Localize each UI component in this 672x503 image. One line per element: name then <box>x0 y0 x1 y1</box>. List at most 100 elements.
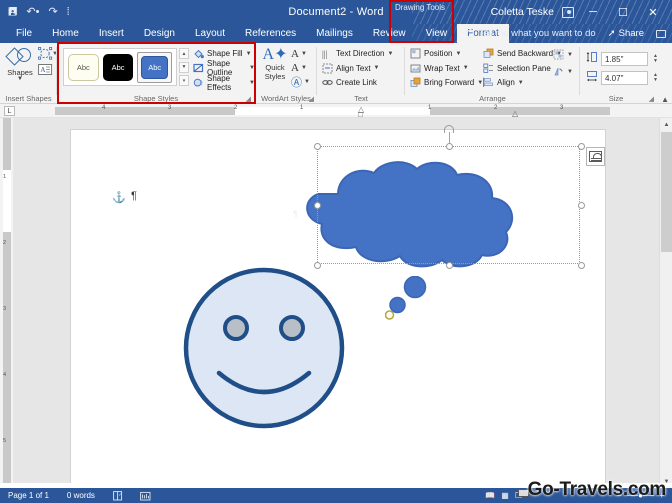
gallery-scroll-up-icon[interactable]: ▲ <box>179 48 189 59</box>
rotate-objects-button[interactable]: ▼ <box>553 65 573 78</box>
bring-forward-button[interactable]: Bring Forward ▼ <box>410 76 483 89</box>
shape-fill-dropdown-arrow[interactable]: ▼ <box>246 51 252 57</box>
send-backward-button[interactable]: Send Backward ▼ <box>483 47 562 60</box>
tab-insert[interactable]: Insert <box>89 24 134 43</box>
resize-handle-top-right[interactable] <box>578 143 585 150</box>
text-fill-button[interactable]: A ▼ <box>291 47 310 61</box>
smiley-face-shape[interactable] <box>181 265 347 431</box>
view-mode-buttons[interactable]: 📖 ▦ ☐ <box>485 491 522 500</box>
tab-stop-selector[interactable]: L <box>4 106 15 116</box>
arrange-column-3: ▼ ▼ <box>553 48 573 80</box>
text-effects-dropdown-arrow[interactable]: ▼ <box>304 79 310 85</box>
account-icon[interactable] <box>562 6 574 18</box>
align-text-dropdown-arrow[interactable]: ▼ <box>374 65 380 71</box>
shape-effects-button[interactable]: Shape Effects ▼ <box>193 74 255 92</box>
text-direction-button[interactable]: ||| Text Direction ▼ <box>322 47 393 60</box>
print-layout-icon[interactable]: ▦ <box>501 491 509 500</box>
tab-file[interactable]: File <box>6 24 43 43</box>
user-account[interactable]: Coletta Teske <box>491 0 574 24</box>
tab-layout[interactable]: Layout <box>185 24 235 43</box>
tell-me-box[interactable]: Tell me what you want to do <box>467 28 596 39</box>
collapse-ribbon-icon[interactable]: ▲ <box>661 95 669 104</box>
selection-pane-label: Selection Pane <box>497 63 551 73</box>
text-outline-dropdown-arrow[interactable]: ▼ <box>301 65 307 71</box>
position-dropdown-arrow[interactable]: ▼ <box>455 51 461 57</box>
quick-styles-button[interactable]: A✦ Quick Styles <box>259 46 291 92</box>
shape-style-thumbnail-light[interactable]: Abc <box>68 53 99 81</box>
close-button[interactable]: ✕ <box>638 0 668 24</box>
text-box-icon[interactable]: A <box>38 63 53 76</box>
ribbon-tabs[interactable]: File Home Insert Design Layout Reference… <box>6 24 509 43</box>
proofing-errors-icon[interactable]: ✓ <box>113 490 124 501</box>
maximize-button[interactable]: ☐ <box>608 0 638 24</box>
wordart-commands: A ▼ A ▼ Ⓐ ▼ <box>291 47 310 89</box>
gallery-scroll-down-icon[interactable]: ▼ <box>179 61 189 73</box>
resize-handle-middle-right[interactable] <box>578 202 585 209</box>
ruler-number: 1 <box>428 105 432 111</box>
shape-width-spinner[interactable]: ▲ ▼ <box>651 71 660 85</box>
shape-selection-frame[interactable] <box>314 125 585 269</box>
selection-pane-button[interactable]: Selection Pane <box>483 62 562 75</box>
shape-height-input[interactable]: 1.85" <box>601 52 648 66</box>
align-objects-button[interactable]: Align ▼ <box>483 76 562 89</box>
align-text-button[interactable]: Align Text ▼ <box>322 62 393 75</box>
minimize-button[interactable]: ─ <box>578 0 608 24</box>
scroll-up-arrow-icon[interactable]: ▲ <box>660 118 672 131</box>
share-button[interactable]: ➚ Share <box>608 28 644 39</box>
text-outline-button[interactable]: A ▼ <box>291 61 310 75</box>
tab-mailings[interactable]: Mailings <box>306 24 363 43</box>
group-objects-icon <box>553 49 564 60</box>
tab-home[interactable]: Home <box>42 24 89 43</box>
wrap-text-button[interactable]: Wrap Text ▼ <box>410 62 483 75</box>
shape-style-thumbnail-blue-selected[interactable]: Abc <box>137 51 173 83</box>
edit-shape-icon[interactable] <box>38 47 53 60</box>
resize-handle-top-center[interactable] <box>446 143 453 150</box>
shapes-button[interactable]: Shapes ▼ <box>4 46 36 90</box>
document-canvas[interactable]: ¶ ⚓ ¶ <box>14 118 659 490</box>
resize-handle-middle-left[interactable] <box>314 202 321 209</box>
tab-review[interactable]: Review <box>363 24 416 43</box>
shape-styles-gallery[interactable]: Abc Abc Abc <box>63 48 177 86</box>
vertical-ruler[interactable]: 1 2 3 4 5 <box>0 118 14 488</box>
shape-style-thumbnail-dark[interactable]: Abc <box>102 53 134 81</box>
gallery-scroll-controls[interactable]: ▲ ▼ ▾ <box>179 48 189 86</box>
wrap-text-dropdown-arrow[interactable]: ▼ <box>463 65 469 71</box>
resize-handle-bottom-left[interactable] <box>314 262 321 269</box>
create-link-button[interactable]: Create Link <box>322 76 393 89</box>
wordart-dialog-launcher[interactable]: ◢ <box>309 95 314 103</box>
read-mode-icon[interactable]: 📖 <box>485 491 495 500</box>
shapes-dropdown-arrow[interactable]: ▼ <box>17 76 23 82</box>
group-objects-dropdown-arrow[interactable]: ▼ <box>567 52 573 58</box>
text-fill-dropdown-arrow[interactable]: ▼ <box>301 51 307 57</box>
size-dialog-launcher[interactable]: ◢ <box>649 95 654 103</box>
resize-handle-bottom-right[interactable] <box>578 262 585 269</box>
group-objects-button[interactable]: ▼ <box>553 48 573 61</box>
shape-width-input[interactable]: 4.07" <box>601 71 648 85</box>
window-controls[interactable]: ─ ☐ ✕ <box>578 0 668 24</box>
layout-options-button[interactable] <box>586 147 605 166</box>
tab-references[interactable]: References <box>235 24 306 43</box>
align-objects-dropdown-arrow[interactable]: ▼ <box>518 80 524 86</box>
tab-view[interactable]: View <box>416 24 458 43</box>
horizontal-ruler[interactable]: L 4 3 2 1 1 2 3 △ □ △ <box>0 104 672 119</box>
accessibility-icon[interactable] <box>140 491 151 501</box>
resize-handle-top-left[interactable] <box>314 143 321 150</box>
thought-bubble-trail[interactable] <box>385 276 431 320</box>
rotate-objects-dropdown-arrow[interactable]: ▼ <box>567 69 573 75</box>
gallery-more-icon[interactable]: ▾ <box>179 75 189 86</box>
word-count[interactable]: 0 words <box>67 491 95 500</box>
right-indent-marker[interactable]: △ <box>512 109 518 118</box>
shape-height-spinner[interactable]: ▲ ▼ <box>651 52 660 66</box>
effects-icon <box>193 77 204 88</box>
text-direction-dropdown-arrow[interactable]: ▼ <box>387 51 393 57</box>
rotation-handle[interactable] <box>443 125 454 133</box>
shape-styles-dialog-launcher[interactable]: ◢ <box>246 95 251 103</box>
text-effects-button[interactable]: Ⓐ ▼ <box>291 75 310 89</box>
position-button[interactable]: Position ▼ <box>410 47 483 60</box>
comments-icon[interactable] <box>656 29 666 38</box>
page-info[interactable]: Page 1 of 1 <box>8 491 49 500</box>
scrollbar-thumb[interactable] <box>661 132 672 252</box>
tab-design[interactable]: Design <box>134 24 185 43</box>
resize-handle-bottom-center[interactable] <box>446 262 453 269</box>
vertical-scrollbar[interactable]: ▲ ▼ <box>659 118 672 488</box>
